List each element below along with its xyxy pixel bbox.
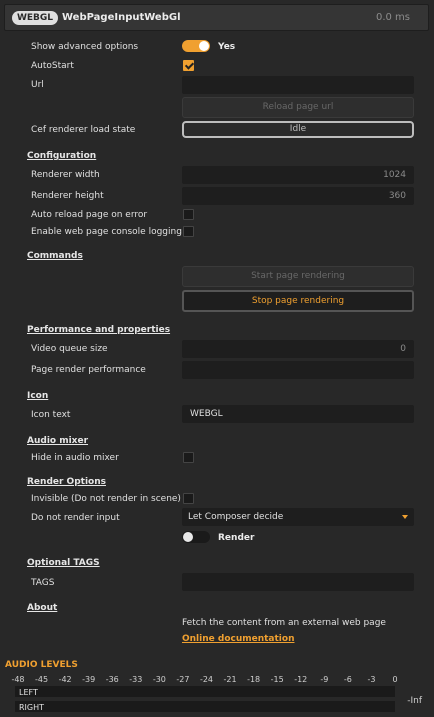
invisible-label: Invisible (Do not render in scene) bbox=[31, 494, 181, 504]
audio-tick-label: -45 bbox=[35, 675, 49, 684]
audio-tick-label: -3 bbox=[367, 675, 376, 684]
about-description: Fetch the content from an external web p… bbox=[182, 618, 386, 628]
icon-section-title[interactable]: Icon bbox=[27, 391, 48, 401]
render-options-section-title[interactable]: Render Options bbox=[27, 477, 106, 487]
renderer-width-input[interactable]: 1024 bbox=[182, 166, 414, 184]
no-render-input-label: Do not render input bbox=[31, 513, 120, 523]
audio-tick-label: -18 bbox=[247, 675, 261, 684]
video-queue-value: 0 bbox=[182, 340, 414, 358]
renderer-width-label: Renderer width bbox=[31, 170, 100, 180]
render-perf-label: Page render performance bbox=[31, 365, 146, 375]
hide-in-mixer-checkbox[interactable] bbox=[183, 452, 194, 463]
right-channel-meter bbox=[15, 701, 395, 712]
console-logging-label: Enable web page console logging bbox=[31, 227, 182, 237]
toggle-knob bbox=[199, 41, 209, 51]
tags-input[interactable] bbox=[182, 573, 414, 591]
audio-tick-label: -42 bbox=[58, 675, 72, 684]
console-logging-checkbox[interactable] bbox=[183, 226, 194, 237]
left-channel-meter bbox=[15, 686, 395, 697]
left-channel-label: LEFT bbox=[19, 688, 38, 697]
no-render-input-value: Let Composer decide bbox=[188, 512, 284, 522]
auto-reload-label: Auto reload page on error bbox=[31, 210, 148, 220]
node-title: WebPageInputWebGl bbox=[62, 12, 181, 23]
icon-text-label: Icon text bbox=[31, 410, 71, 420]
cef-state-label: Cef renderer load state bbox=[31, 125, 136, 135]
audio-tick-label: -39 bbox=[82, 675, 96, 684]
audio-tick-label: -27 bbox=[176, 675, 190, 684]
commands-section-title[interactable]: Commands bbox=[27, 251, 83, 261]
start-rendering-button[interactable]: Start page rendering bbox=[182, 266, 414, 287]
invisible-checkbox[interactable] bbox=[183, 493, 194, 504]
hide-in-mixer-label: Hide in audio mixer bbox=[31, 453, 119, 463]
audio-level-scale: -48 -45 -42 -39 -36 -33 -30 -27 -24 -21 -18 -15 -12-… bbox=[0, 675, 434, 685]
audio-tick-label: -6 bbox=[343, 675, 352, 684]
render-toggle-label: Render bbox=[218, 533, 255, 543]
no-render-input-select[interactable]: Let Composer decide bbox=[182, 508, 414, 526]
audio-tick-label: -24 bbox=[199, 675, 214, 684]
video-queue-label: Video queue size bbox=[31, 344, 108, 354]
audio-tick-label: -12 bbox=[294, 675, 308, 684]
audio-levels-title: AUDIO LEVELS bbox=[5, 660, 78, 670]
icon-text-input[interactable]: WEBGL bbox=[182, 405, 414, 423]
show-advanced-toggle[interactable] bbox=[182, 40, 210, 52]
audio-tick-label: 0 bbox=[392, 675, 398, 684]
right-channel-label: RIGHT bbox=[19, 703, 45, 712]
autostart-checkbox[interactable] bbox=[183, 60, 194, 71]
audio-tick-label: -9 bbox=[320, 675, 329, 684]
render-toggle[interactable] bbox=[182, 531, 210, 543]
audio-tick-label: -36 bbox=[105, 675, 119, 684]
node-header: WEBGL WebPageInputWebGl 0.0 ms bbox=[4, 4, 429, 31]
autostart-label: AutoStart bbox=[31, 61, 74, 71]
performance-section-title[interactable]: Performance and properties bbox=[27, 325, 170, 335]
audio-tick-label: -33 bbox=[129, 675, 143, 684]
about-section-title[interactable]: About bbox=[27, 603, 57, 613]
audio-tick-label: -48 bbox=[11, 675, 25, 684]
tags-section-title[interactable]: Optional TAGS bbox=[27, 558, 100, 568]
auto-reload-checkbox[interactable] bbox=[183, 209, 194, 220]
stop-rendering-button[interactable]: Stop page rendering bbox=[182, 290, 414, 312]
show-advanced-label: Show advanced options bbox=[31, 42, 139, 52]
renderer-height-input[interactable]: 360 bbox=[182, 187, 414, 205]
render-perf-value bbox=[182, 361, 414, 379]
renderer-height-label: Renderer height bbox=[31, 191, 104, 201]
audio-level-readout: -Inf bbox=[407, 696, 422, 706]
show-advanced-value: Yes bbox=[218, 42, 236, 52]
audio-tick-label: -15 bbox=[270, 675, 284, 684]
dropdown-arrow-icon bbox=[402, 515, 408, 519]
cef-state-value: Idle bbox=[182, 121, 414, 138]
audio-mixer-section-title[interactable]: Audio mixer bbox=[27, 436, 88, 446]
toggle-knob bbox=[183, 532, 193, 542]
audio-tick-label: -30 bbox=[152, 675, 166, 684]
online-documentation-link[interactable]: Online documentation bbox=[182, 634, 294, 644]
configuration-section-title[interactable]: Configuration bbox=[27, 151, 96, 161]
render-time: 0.0 ms bbox=[375, 12, 410, 23]
node-badge: WEBGL bbox=[12, 11, 58, 25]
url-label: Url bbox=[31, 80, 44, 90]
url-input[interactable] bbox=[182, 76, 414, 94]
tags-label: TAGS bbox=[31, 578, 55, 588]
reload-url-button[interactable]: Reload page url bbox=[182, 97, 414, 118]
audio-tick-label: -21 bbox=[223, 675, 237, 684]
